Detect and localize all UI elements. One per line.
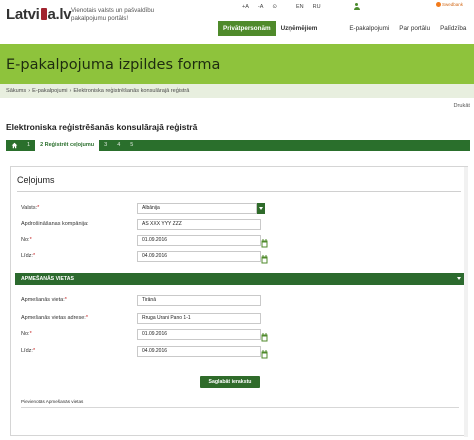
- banner-title: E-pakalpojuma izpildes forma: [6, 57, 221, 73]
- calendar-icon[interactable]: [261, 346, 268, 359]
- calendar-icon[interactable]: [261, 235, 268, 248]
- lang-en-link[interactable]: EN: [296, 4, 304, 10]
- insurance-input[interactable]: AS XXX YYY ZZZ: [137, 219, 261, 230]
- site-tagline: Vienotais valsts un pašvaldību pakalpoju…: [71, 7, 155, 22]
- breadcrumb-current: Elektroniska reģistrēšanās konsulārajā r…: [73, 88, 190, 94]
- home-icon[interactable]: [6, 140, 22, 151]
- scrollbar[interactable]: [464, 167, 468, 437]
- nav-palidziba[interactable]: Palīdzība: [435, 21, 471, 36]
- country-select[interactable]: Albānija: [137, 203, 257, 214]
- page-banner: E-pakalpojuma izpildes forma: [0, 44, 474, 84]
- required-marker: *: [32, 253, 36, 259]
- breadcrumb-separator: ›: [28, 88, 31, 94]
- date-to-input[interactable]: 04.09.2016: [137, 251, 261, 262]
- stay-address-input[interactable]: Rruga Urani Pano 1-1: [137, 313, 261, 324]
- date-from-label: No:*: [21, 237, 32, 243]
- date-from-label-text: No:: [21, 237, 30, 243]
- stay-place-row: Apmešanās vieta:* Tirānā: [11, 295, 469, 306]
- stay-address-label: Apmešanās vietas adrese:*: [21, 315, 88, 321]
- chevron-down-icon: [457, 277, 461, 280]
- nav-privatpersonam[interactable]: Privātpersonām: [218, 21, 276, 36]
- top-tools: +A -A ⊙ EN RU: [242, 3, 360, 10]
- font-increase-button[interactable]: +A: [242, 4, 249, 10]
- date-from-input[interactable]: 01.09.2016: [137, 235, 261, 246]
- stay-address-label-text: Apmešanās vietas adrese:: [21, 315, 86, 321]
- lang-ru-link[interactable]: RU: [313, 4, 321, 10]
- stay-to-label: Līdz:*: [21, 348, 35, 354]
- step-2-label: Reģistrēt ceļojumu: [44, 142, 95, 148]
- stay-place-label-text: Apmešanās vieta:: [21, 297, 65, 303]
- stay-place-input[interactable]: Tirānā: [137, 295, 261, 306]
- page-title: Elektroniska reģistrēšanās konsulārajā r…: [6, 122, 198, 132]
- breadcrumb-separator: ›: [69, 88, 72, 94]
- form-divider: [17, 191, 461, 192]
- date-from-row: No:* 01.09.2016: [11, 235, 469, 248]
- breadcrumb-e-pakalpojumi[interactable]: E-pakalpojumi: [32, 88, 67, 94]
- country-row: Valsts:* Albānija: [11, 203, 469, 214]
- required-marker: *: [32, 348, 36, 354]
- footer-divider: [21, 407, 459, 408]
- date-to-label-text: Līdz:: [21, 253, 33, 259]
- save-entry-button[interactable]: Saglabāt ierakstu: [200, 376, 260, 388]
- nav-uznemejiem[interactable]: Uzņēmējiem: [276, 21, 323, 36]
- added-accommodations-label: Pievienotās Apmešanās vietas: [21, 399, 84, 404]
- calendar-icon[interactable]: [261, 251, 268, 264]
- progress-steps: 1 2 Reģistrēt ceļojumu 3 4 5: [6, 140, 470, 151]
- site-header: Latvi a.lv Vienotais valsts un pašvaldību…: [0, 0, 474, 44]
- stay-to-input[interactable]: 04.09.2016: [137, 346, 261, 357]
- accommodation-section-title: APMEŠANĀS VIETAS: [21, 276, 74, 282]
- date-to-row: Līdz:* 04.09.2016: [11, 251, 469, 264]
- logo-text-start: Latvi: [6, 6, 40, 23]
- required-marker: *: [29, 331, 32, 337]
- site-logo[interactable]: Latvi a.lv: [6, 6, 72, 23]
- stay-from-row: No:* 01.09.2016: [11, 329, 469, 342]
- insurance-label: Apdrošināšanas kompānija:: [21, 221, 89, 227]
- stay-to-row: Līdz:* 04.09.2016: [11, 346, 469, 359]
- form-title: Ceļojums: [17, 175, 55, 185]
- stay-from-input[interactable]: 01.09.2016: [137, 329, 261, 340]
- font-decrease-button[interactable]: -A: [258, 4, 264, 10]
- contrast-button[interactable]: ⊙: [272, 4, 277, 10]
- sponsor-logo[interactable]: Swedbank: [436, 2, 463, 7]
- insurance-row: Apdrošināšanas kompānija: AS XXX YYY ZZZ: [11, 219, 469, 230]
- step-2-number: 2: [40, 142, 44, 148]
- required-marker: *: [85, 315, 88, 321]
- accommodation-section-header[interactable]: APMEŠANĀS VIETAS: [15, 273, 465, 285]
- breadcrumb-home[interactable]: Sākums: [6, 88, 26, 94]
- required-marker: *: [29, 237, 32, 243]
- step-2-current[interactable]: 2 Reģistrēt ceļojumu: [35, 140, 100, 151]
- step-4[interactable]: 4: [112, 140, 125, 151]
- logo-text-end: a.lv: [47, 6, 72, 23]
- calendar-icon[interactable]: [261, 329, 268, 342]
- chevron-down-icon[interactable]: [257, 203, 265, 214]
- stay-address-row: Apmešanās vietas adrese:* Rruga Urani Pa…: [11, 313, 469, 324]
- required-marker: *: [37, 205, 40, 211]
- country-label-text: Valsts:: [21, 205, 38, 211]
- step-3[interactable]: 3: [99, 140, 112, 151]
- country-label: Valsts:*: [21, 205, 39, 211]
- stay-from-label-text: No:: [21, 331, 30, 337]
- travel-form: Ceļojums Valsts:* Albānija Apdrošināšana…: [10, 166, 469, 437]
- stay-to-label-text: Līdz:: [21, 348, 33, 354]
- step-1[interactable]: 1: [22, 140, 35, 151]
- breadcrumb: Sākums › E-pakalpojumi › Elektroniska reģist…: [0, 84, 474, 98]
- required-marker: *: [64, 297, 67, 303]
- main-nav: Privātpersonām Uzņēmējiem E-pakalpojumi …: [218, 21, 471, 36]
- sponsor-name: Swedbank: [442, 2, 464, 7]
- sponsor-icon: [436, 2, 441, 7]
- stay-place-label: Apmešanās vieta:*: [21, 297, 67, 303]
- user-icon[interactable]: [353, 3, 360, 10]
- nav-e-pakalpojumi[interactable]: E-pakalpojumi: [344, 21, 394, 36]
- stay-from-label: No:*: [21, 331, 32, 337]
- nav-par-portalu[interactable]: Par portālu: [394, 21, 435, 36]
- date-to-label: Līdz:*: [21, 253, 35, 259]
- print-link[interactable]: Drukāt: [454, 103, 470, 109]
- logo-mark: [40, 8, 47, 20]
- step-5[interactable]: 5: [125, 140, 138, 151]
